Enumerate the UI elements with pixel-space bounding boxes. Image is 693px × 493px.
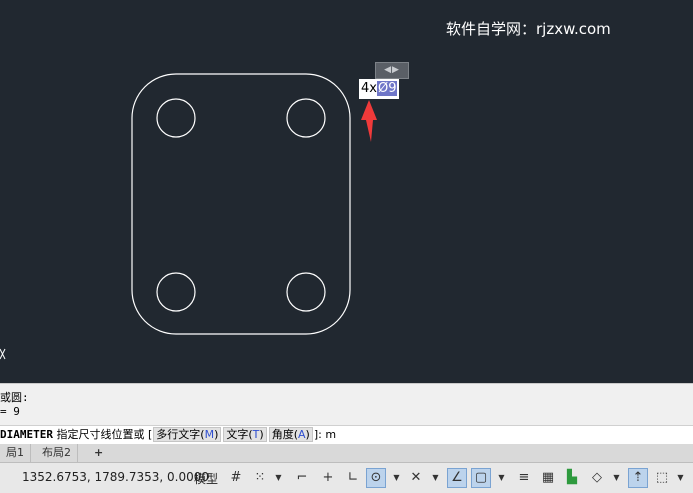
selection-cycling-icon[interactable]: ▦ <box>538 468 558 488</box>
option-angle-button[interactable]: 角度(A) <box>268 427 313 442</box>
hole-top-right <box>286 98 326 138</box>
osnap-icon[interactable]: ∠ <box>447 468 467 488</box>
add-tab-icon[interactable]: + <box>88 444 109 462</box>
hole-bottom-right <box>286 272 326 312</box>
tab-layout1[interactable]: 局1 <box>0 444 31 462</box>
chevron-down-icon[interactable]: ▼ <box>431 468 440 488</box>
command-history-line-1: 或圆: <box>0 391 29 404</box>
option-text-button[interactable]: 文字(T) <box>223 427 267 442</box>
grid-icon[interactable]: # <box>226 468 246 488</box>
gizmo-icon[interactable]: ⬚ <box>652 468 672 488</box>
osnap-tracking-icon[interactable]: ⊙ <box>366 468 386 488</box>
dimension-prefix: 4x <box>361 81 377 96</box>
3d-osnap-icon[interactable]: ▙ <box>562 468 582 488</box>
model-space-button[interactable]: 模型 <box>194 470 218 487</box>
chevron-down-icon[interactable]: ▼ <box>497 468 506 488</box>
infer-icon[interactable]: ⌐ <box>292 468 312 488</box>
plate-outline <box>131 73 351 335</box>
coordinate-readout: 1352.6753, 1789.7353, 0.0000 <box>22 470 210 484</box>
status-bar: 1352.6753, 1789.7353, 0.0000 模型 # ⁙ ▼ ⌐ … <box>0 463 693 493</box>
command-name: DIAMETER <box>0 428 53 441</box>
command-line[interactable]: DIAMETER 指定尺寸线位置或 [多行文字(M) 文字(T) 角度(A)]: m <box>0 425 693 445</box>
option-mtext-button[interactable]: 多行文字(M) <box>153 427 222 442</box>
ortho-icon[interactable]: + <box>318 468 338 488</box>
command-prompt: 指定尺寸线位置或 [ <box>52 428 153 441</box>
dimension-text-editor[interactable]: 4xØ9 <box>359 79 400 99</box>
chevron-down-icon[interactable]: ▼ <box>274 468 283 488</box>
hole-top-left <box>156 98 196 138</box>
chevron-down-icon[interactable]: ▼ <box>676 468 685 488</box>
chevron-down-icon[interactable]: ▼ <box>612 468 621 488</box>
lineweight-icon[interactable]: ▢ <box>471 468 491 488</box>
chevron-down-icon[interactable]: ▼ <box>392 468 401 488</box>
snap-icon[interactable]: ⁙ <box>250 468 270 488</box>
red-arrow-icon <box>361 100 377 142</box>
command-suffix: ]: m <box>313 428 337 441</box>
tab-layout2[interactable]: 布局2 <box>36 444 78 462</box>
polar-icon[interactable]: ∟ <box>343 468 363 488</box>
selection-filter-icon[interactable]: ⇡ <box>628 468 648 488</box>
drawing-viewport[interactable]: 软件自学网：rjzxw.com ◀▶ 4xØ9 <box>0 0 693 383</box>
command-history: 或圆: = 9 <box>0 383 693 426</box>
dimension-grip-icon[interactable]: ◀▶ <box>375 62 409 79</box>
isodraft-icon[interactable]: ✕ <box>406 468 426 488</box>
drawing-canvas[interactable] <box>0 0 693 383</box>
dimension-selected-text: Ø9 <box>376 81 398 96</box>
command-history-line-2: = 9 <box>0 405 20 418</box>
watermark-text: 软件自学网：rjzxw.com <box>446 20 611 38</box>
dynamic-ucs-icon[interactable]: ◇ <box>587 468 607 488</box>
transparency-icon[interactable]: ≡ <box>514 468 534 488</box>
layout-tabs: 局1 布局2 + <box>0 444 693 463</box>
ucs-cross-icon <box>0 348 6 360</box>
hole-bottom-left <box>156 272 196 312</box>
